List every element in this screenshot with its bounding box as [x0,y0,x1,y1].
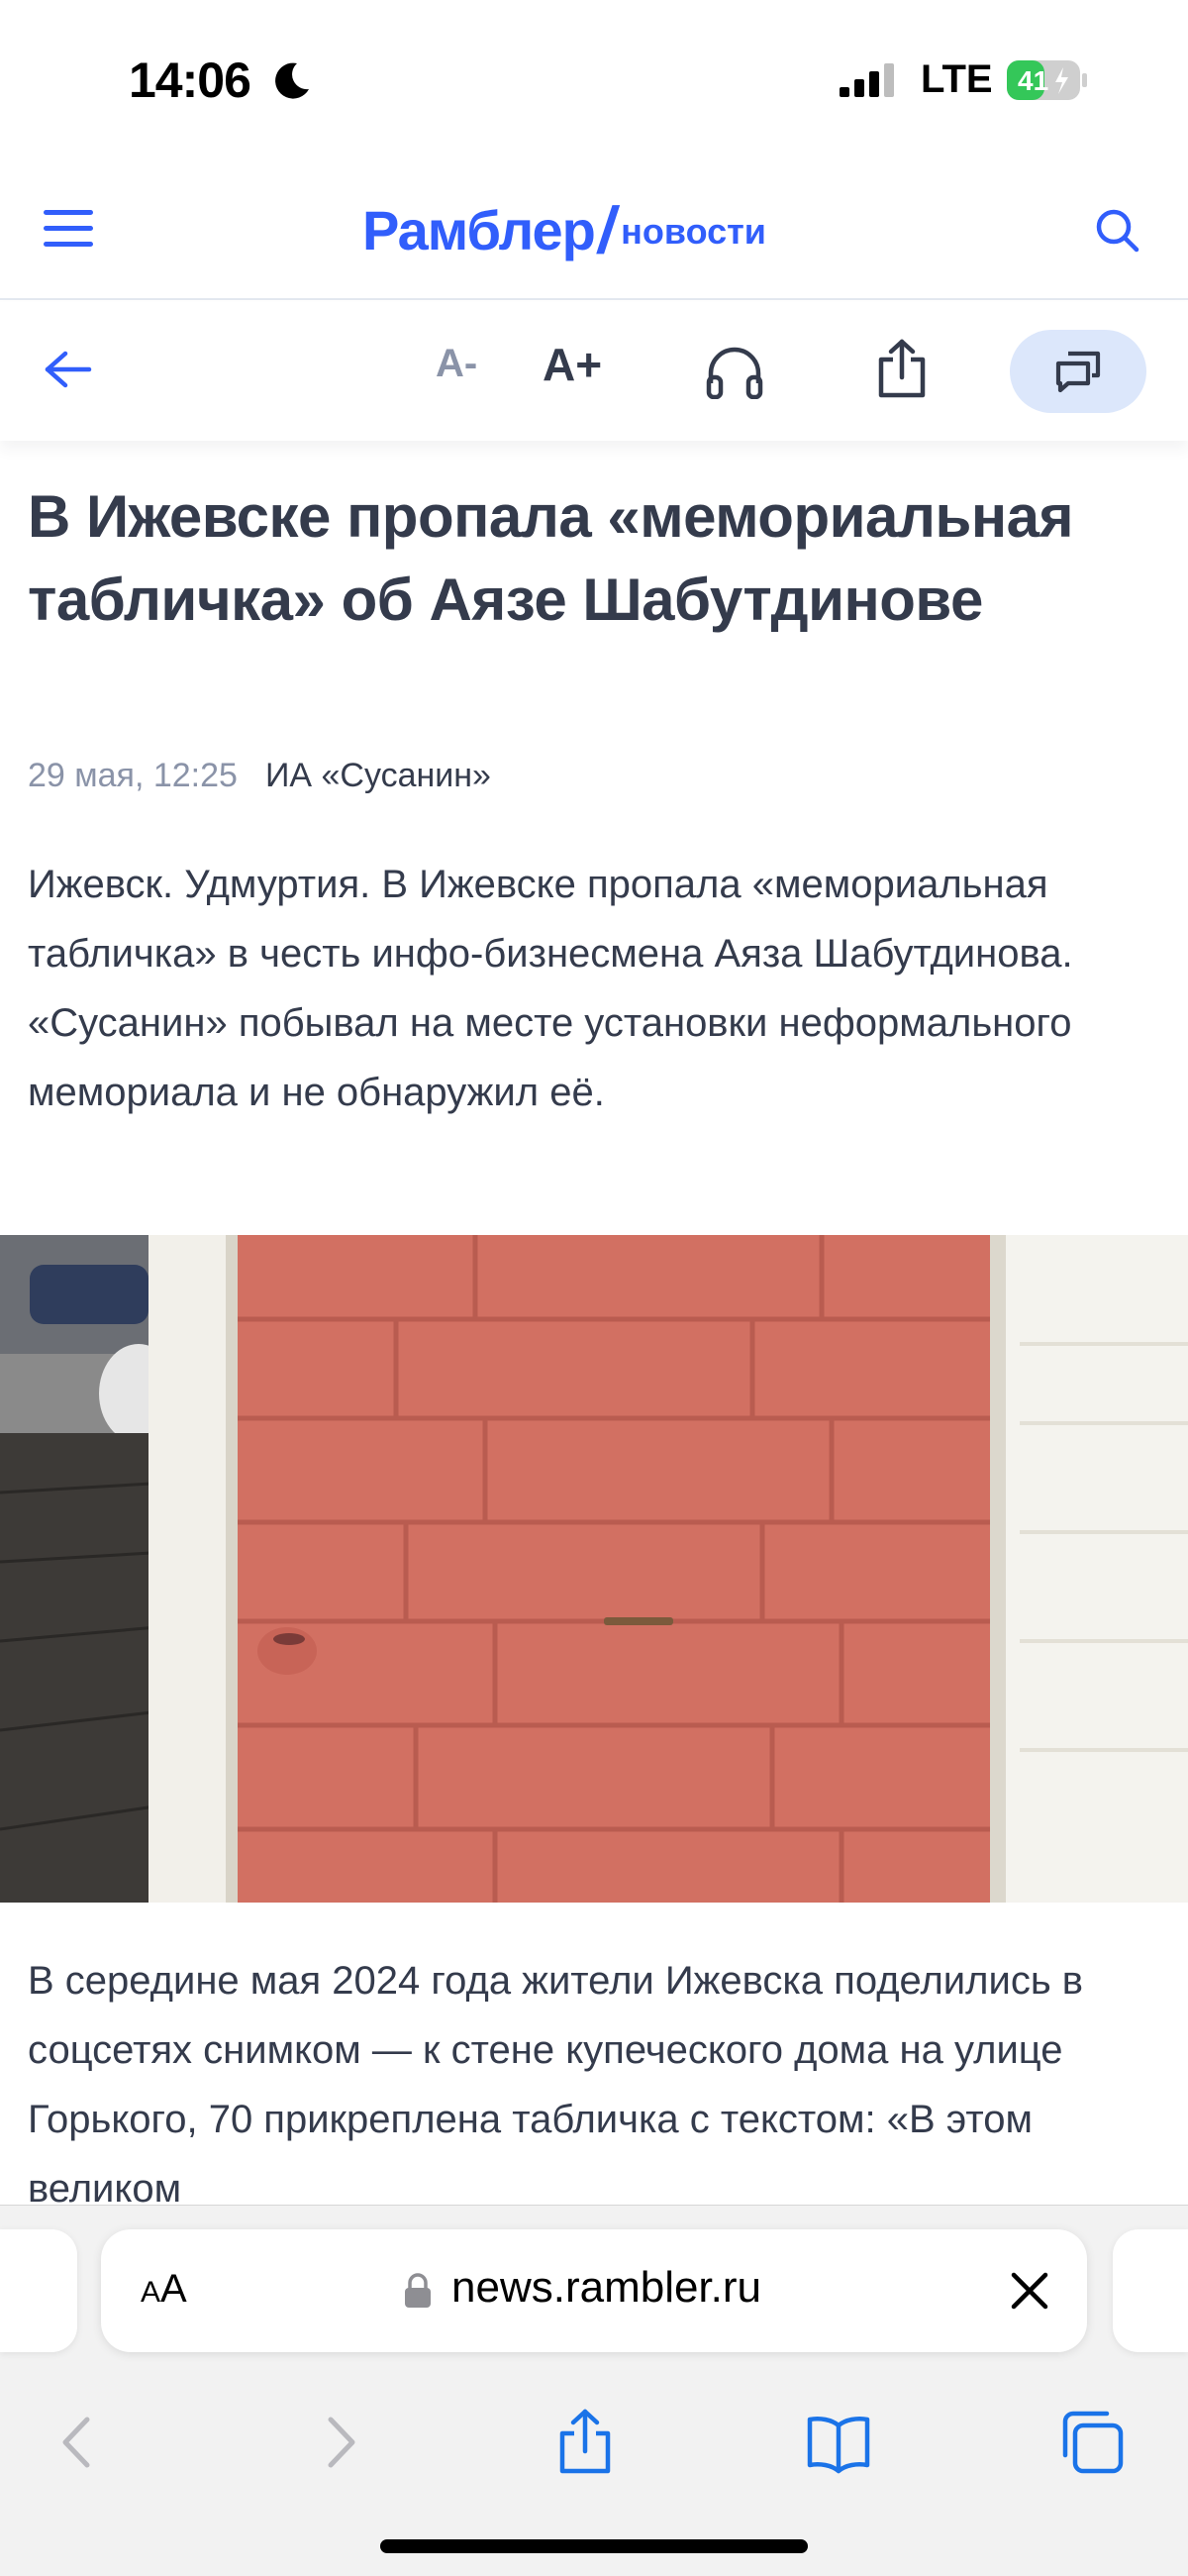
close-icon[interactable] [1008,2269,1051,2313]
browser-nav-row [0,2388,1188,2497]
network-type: LTE [921,57,993,101]
page-settings-button[interactable]: AA [141,2267,187,2312]
back-arrow-icon[interactable] [42,348,93,391]
logo-slash: / [593,193,623,266]
font-decrease-button[interactable]: A- [436,342,477,386]
search-icon[interactable] [1093,206,1140,254]
signal-icon [840,63,894,97]
site-header: Рамблер / новости [0,158,1188,300]
logo-sub: новости [621,211,766,252]
font-increase-button[interactable]: A+ [543,338,602,391]
brick-wall-photo [0,1235,1188,1903]
menu-line [44,242,93,247]
lock-icon [405,2273,431,2308]
comments-icon [1055,351,1101,393]
article-date: 29 мая, 12:25 [28,757,238,794]
logo-main: Рамблер [362,198,596,261]
menu-line [44,226,93,231]
article-meta: 29 мая, 12:25 ИА «Сусанин» [28,757,491,795]
status-bar: 14:06 LTE 41 [0,0,1188,158]
bookmarks-icon[interactable] [804,2408,873,2477]
next-tab-preview[interactable] [1113,2229,1188,2352]
share-icon[interactable] [550,2408,620,2477]
status-time: 14:06 [129,52,251,108]
menu-line [44,210,93,215]
forward-chevron-icon[interactable] [305,2408,374,2477]
article-photo[interactable] [0,1235,1188,1903]
comments-button[interactable] [1010,330,1146,413]
article-lead: Ижевск. Удмуртия. В Ижевске пропала «мем… [28,863,1073,1114]
battery-level: 41 [1018,65,1048,96]
home-indicator[interactable] [380,2539,808,2553]
browser-toolbar: AA news.rambler.ru [0,2205,1188,2576]
headphones-icon[interactable] [705,344,764,399]
menu-button[interactable] [44,210,93,250]
moon-icon [275,62,309,99]
back-chevron-icon[interactable] [44,2408,113,2477]
rambler-news-logo[interactable]: Рамблер / новости [362,190,766,269]
previous-tab-preview[interactable] [0,2229,77,2352]
share-icon[interactable] [875,338,929,399]
article-title: В Ижевске пропала «мемориальная табличка… [28,483,1073,633]
battery-icon: 41 [1007,60,1087,100]
article-toolbar: A- A+ [0,302,1188,441]
article-source[interactable]: ИА «Сусанин» [265,757,491,794]
url-text: news.rambler.ru [451,2263,762,2312]
tabs-icon[interactable] [1057,2408,1127,2477]
address-bar[interactable]: AA news.rambler.ru [101,2229,1087,2352]
article-body: В середине мая 2024 года жители Ижевска … [28,1959,1084,2211]
